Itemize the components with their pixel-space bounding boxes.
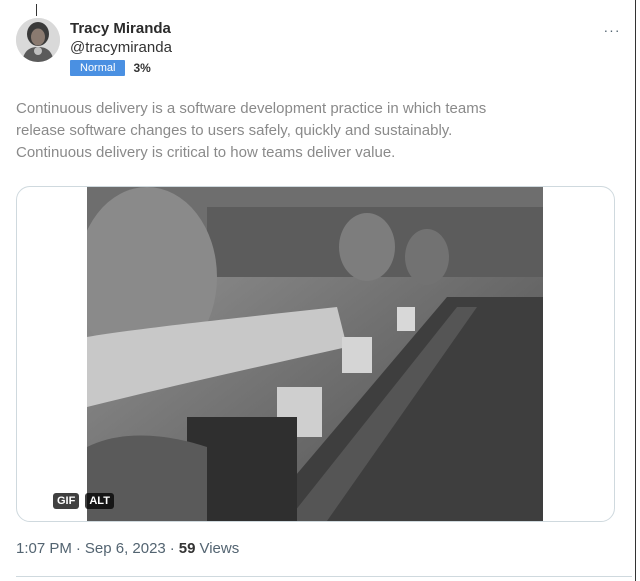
separator: · [75, 540, 81, 557]
separator: · [169, 540, 175, 557]
author-meta: Normal 3% [70, 60, 172, 76]
display-name[interactable]: Tracy Miranda [70, 20, 172, 38]
tweet-date[interactable]: Sep 6, 2023 [85, 540, 166, 557]
status-badge: Normal [70, 60, 126, 76]
divider [16, 576, 632, 577]
more-horizontal-icon: ··· [603, 22, 621, 38]
views-count: 59 [178, 540, 196, 557]
play-icon[interactable] [35, 495, 47, 507]
media-container[interactable]: GIF ALT [16, 186, 615, 522]
tweet-timestamp: 1:07 PM · Sep 6, 2023 · 59 Views [16, 540, 239, 557]
gif-image[interactable] [87, 187, 543, 521]
score-text: 3% [133, 61, 151, 75]
views-label: Views [199, 540, 240, 557]
tweet-text: Continuous delivery is a software develo… [16, 100, 487, 161]
top-marker [36, 4, 37, 16]
gif-badge: GIF [53, 493, 80, 509]
gif-controls: GIF ALT [35, 493, 114, 509]
author-block: Tracy Miranda @tracymiranda Normal 3% [70, 20, 172, 76]
gif-scene [87, 187, 543, 521]
avatar[interactable] [16, 18, 60, 62]
tweet-time[interactable]: 1:07 PM [16, 540, 72, 557]
right-edge-line [635, 0, 636, 581]
alt-button[interactable]: ALT [85, 493, 114, 509]
handle[interactable]: @tracymiranda [70, 38, 172, 58]
avatar-image [16, 18, 60, 62]
more-options-button[interactable]: ··· [600, 18, 624, 42]
tweet-header: Tracy Miranda @tracymiranda Normal 3% ··… [16, 18, 624, 78]
